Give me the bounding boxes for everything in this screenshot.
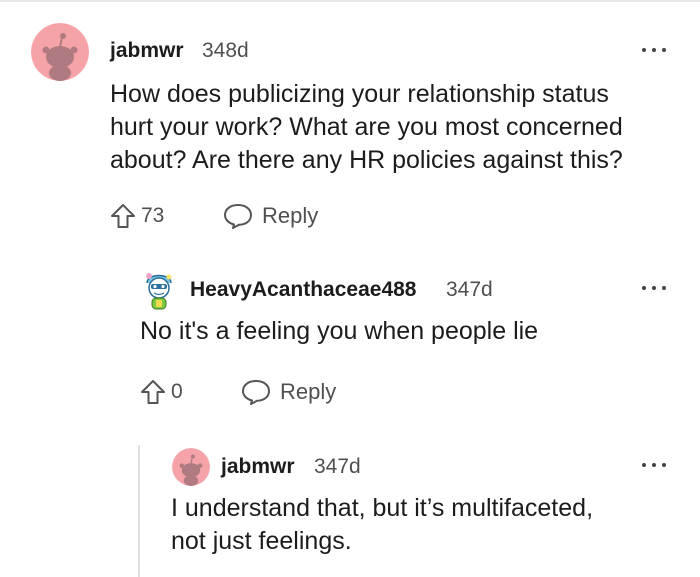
vote-count: 73 bbox=[141, 204, 165, 227]
more-options-icon[interactable] bbox=[642, 45, 666, 55]
comment-body-line: about? Are there any HR policies against… bbox=[110, 146, 623, 174]
speech-bubble-icon bbox=[224, 204, 252, 229]
thread-line[interactable] bbox=[138, 445, 140, 577]
avatar[interactable] bbox=[31, 23, 89, 81]
comment-username[interactable]: jabmwr bbox=[221, 454, 295, 480]
reply-label: Reply bbox=[262, 203, 319, 228]
comment-age: 347d bbox=[314, 455, 361, 478]
comment-body-line: How does publicizing your relationship s… bbox=[110, 80, 609, 108]
upvote-button[interactable]: 73 bbox=[109, 202, 164, 230]
comment-body-line: No it's a feeling you when people lie bbox=[140, 317, 539, 345]
reply-button[interactable]: Reply bbox=[222, 202, 318, 230]
comment-username[interactable]: jabmwr bbox=[110, 38, 184, 64]
comment-body-line: I understand that, but it’s multifaceted… bbox=[171, 494, 594, 522]
comment-age: 347d bbox=[446, 278, 493, 301]
snoo-avatar-icon bbox=[31, 23, 89, 81]
avatar[interactable] bbox=[172, 448, 210, 486]
upvote-arrow-icon bbox=[141, 380, 165, 404]
avatar[interactable] bbox=[141, 269, 177, 311]
comment-username[interactable]: HeavyAcanthaceae488 bbox=[190, 277, 417, 303]
more-options-icon[interactable] bbox=[642, 283, 666, 293]
upvote-arrow-icon bbox=[111, 204, 135, 228]
comment-age: 348d bbox=[202, 39, 249, 62]
comment-body: No it's a feeling you when people lie bbox=[140, 315, 538, 348]
top-divider bbox=[0, 0, 700, 2]
snoo-avatar-icon bbox=[172, 448, 210, 486]
speech-bubble-icon bbox=[242, 380, 270, 405]
upvote-button[interactable]: 0 bbox=[139, 378, 183, 406]
comment-body: How does publicizing your relationship s… bbox=[110, 78, 623, 177]
vote-count: 0 bbox=[171, 380, 183, 403]
custom-snoo-avatar-icon bbox=[146, 273, 172, 310]
reply-label: Reply bbox=[280, 379, 337, 404]
comment-body: I understand that, but it’s multifaceted… bbox=[171, 492, 593, 558]
more-options-icon[interactable] bbox=[642, 460, 666, 470]
comment-body-line: not just feelings. bbox=[171, 527, 352, 555]
comment-body-line: hurt your work? What are you most concer… bbox=[110, 113, 623, 141]
reply-button[interactable]: Reply bbox=[240, 378, 336, 406]
